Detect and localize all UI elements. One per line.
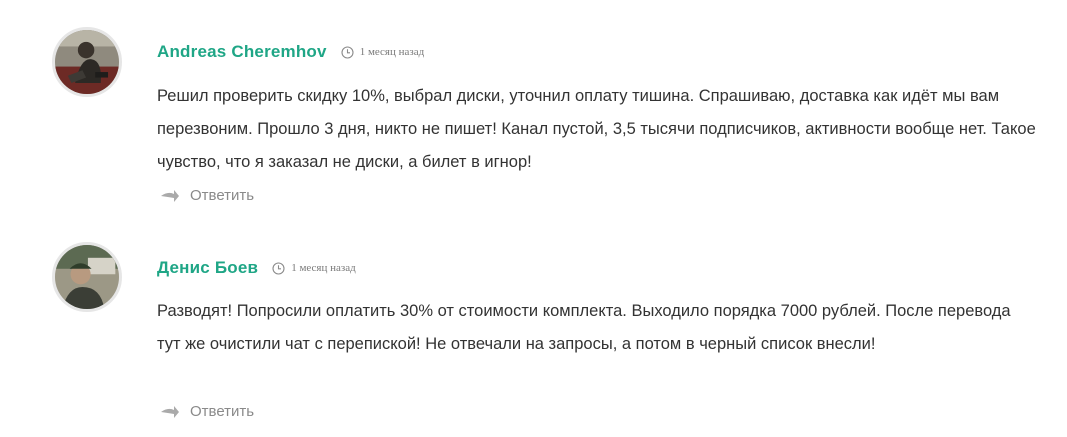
comment-time-label: 1 месяц назад	[359, 46, 425, 58]
reply-button[interactable]: Ответить	[160, 403, 254, 420]
reply-arrow-icon	[160, 404, 180, 420]
avatar-photo	[55, 30, 119, 94]
avatar-photo	[55, 245, 119, 309]
reply-label: Ответить	[190, 187, 255, 204]
comment-meta: Andreas Cheremhov 1 месяц назад	[157, 42, 424, 62]
comment-author[interactable]: Денис Боев	[157, 258, 258, 278]
comment-time-label: 1 месяц назад	[291, 262, 356, 274]
comment-author[interactable]: Andreas Cheremhov	[157, 42, 327, 62]
avatar[interactable]	[52, 27, 122, 97]
clock-icon	[341, 45, 354, 59]
avatar[interactable]	[52, 242, 122, 312]
comment-text: Решил проверить скидку 10%, выбрал диски…	[157, 87, 1036, 171]
comment-meta: Денис Боев 1 месяц назад	[157, 258, 356, 278]
reply-button[interactable]: Ответить	[160, 187, 254, 204]
reply-label: Ответить	[190, 403, 255, 420]
comment-text: Разводят! Попросили оплатить 30% от стои…	[157, 302, 1011, 353]
clock-icon	[272, 261, 285, 275]
comment-time: 1 месяц назад	[272, 261, 356, 275]
reply-arrow-icon	[160, 188, 180, 204]
comment-time: 1 месяц назад	[341, 45, 425, 59]
